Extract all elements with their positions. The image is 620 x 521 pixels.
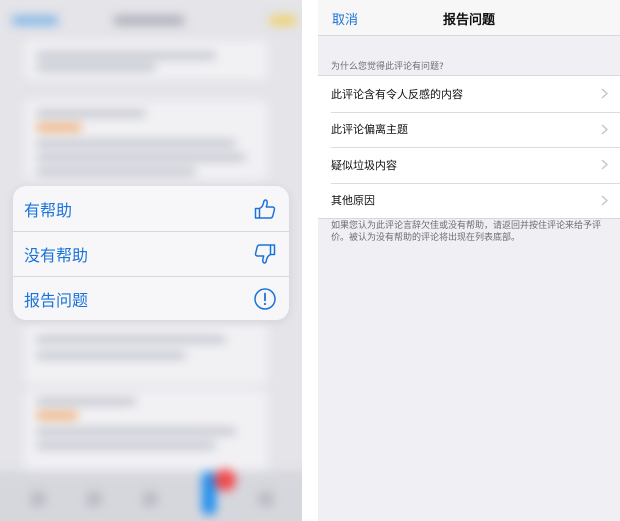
list-item-label: 疑似垃圾内容 bbox=[331, 158, 397, 172]
chevron-right-icon bbox=[601, 159, 608, 170]
menu-item-label: 报告问题 bbox=[24, 291, 89, 310]
chevron-right-icon bbox=[601, 194, 608, 206]
menu-item-report[interactable]: 报告问题 bbox=[13, 276, 289, 320]
reason-off-topic[interactable]: 此评论偏离主题 bbox=[318, 111, 620, 148]
thumbs-down-icon bbox=[253, 242, 277, 266]
blurred-review-card bbox=[24, 390, 268, 470]
blurred-review-card bbox=[24, 324, 268, 384]
chevron-right-icon bbox=[601, 88, 608, 99]
section-header: 为什么您觉得此评论有问题? bbox=[331, 62, 444, 72]
blurred-back-link bbox=[12, 16, 58, 25]
report-reason-list: 此评论含有令人反感的内容 此评论偏离主题 疑似垃圾内容 其他原因 bbox=[318, 75, 620, 219]
blurred-tab-bar bbox=[0, 469, 302, 521]
review-context-menu: 有帮助 没有帮助 报告问题 bbox=[13, 186, 289, 320]
reason-spam[interactable]: 疑似垃圾内容 bbox=[318, 147, 620, 183]
menu-item-label: 有帮助 bbox=[24, 200, 73, 220]
navigation-bar: 取消 报告问题 bbox=[318, 0, 620, 36]
blurred-status bbox=[270, 16, 296, 25]
reviews-screen-blurred: 有帮助 没有帮助 报告问题 bbox=[0, 0, 302, 521]
blurred-nav-title bbox=[114, 16, 184, 25]
menu-item-label: 没有帮助 bbox=[24, 246, 89, 265]
reason-other[interactable]: 其他原因 bbox=[318, 182, 620, 219]
footer-note: 如果您认为此评论言辞欠佳或没有帮助，请返回并按住评论来给予评价。被认为没有帮助的… bbox=[331, 221, 602, 243]
reason-offensive[interactable]: 此评论含有令人反感的内容 bbox=[318, 76, 620, 112]
menu-item-helpful[interactable]: 有帮助 bbox=[13, 186, 289, 231]
exclamation-circle-icon bbox=[253, 287, 277, 311]
list-item-label: 此评论含有令人反感的内容 bbox=[331, 87, 463, 101]
list-item-label: 其他原因 bbox=[331, 194, 375, 208]
thumbs-up-icon bbox=[253, 197, 277, 221]
menu-item-not-helpful[interactable]: 没有帮助 bbox=[13, 231, 289, 276]
list-item-label: 此评论偏离主题 bbox=[331, 123, 408, 137]
report-issue-sheet: 取消 报告问题 为什么您觉得此评论有问题? 此评论含有令人反感的内容 此评论偏离… bbox=[318, 0, 620, 521]
chevron-right-icon bbox=[601, 123, 608, 135]
blurred-review-card bbox=[24, 40, 268, 80]
page-title: 报告问题 bbox=[442, 13, 495, 28]
blurred-review-card bbox=[24, 100, 268, 180]
